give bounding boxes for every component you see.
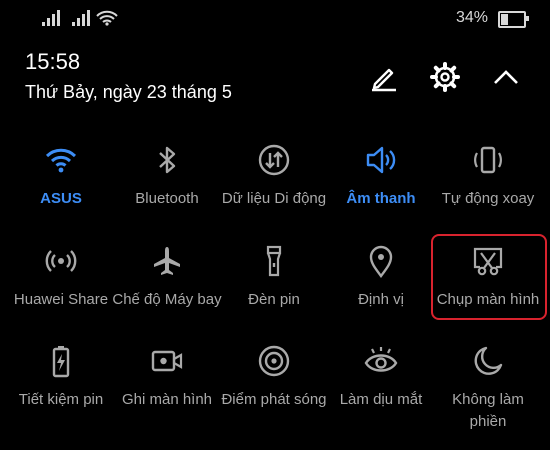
tile-sound[interactable]: Âm thanh [326,142,436,210]
tile-label: ASUS [40,190,82,207]
tile-label: Tiết kiệm pin [18,391,104,408]
pencil-icon [372,68,396,92]
signal-icon [72,10,90,26]
sound-icon [366,146,396,174]
bluetooth-icon [159,146,176,174]
tile-label: Không làm phiền [452,391,524,430]
tile-airplane-mode[interactable]: Chế độ Máy bay [112,243,222,311]
do-not-disturb-icon [474,346,503,375]
battery-percentage: 34% [455,9,488,26]
auto-rotate-icon [474,146,502,174]
location-icon [369,245,393,278]
tile-battery-saver[interactable]: Tiết kiệm pin [6,343,116,411]
tile-label: Bluetooth [135,190,199,207]
status-bar: 34% [0,0,550,36]
tile-screen-record[interactable]: Ghi màn hình [112,343,222,411]
tile-auto-rotate[interactable]: Tự động xoay [433,142,543,210]
airplane-icon [154,247,180,275]
mobile-data-icon [258,144,290,176]
tile-label: Làm dịu mắt [339,391,423,408]
edit-button[interactable] [367,60,401,94]
tile-bluetooth[interactable]: Bluetooth [112,142,222,210]
tile-label: Chế độ Máy bay [112,291,222,308]
tile-do-not-disturb[interactable]: Không làm phiền [433,343,543,433]
tile-flashlight[interactable]: Đèn pin [219,243,329,311]
tile-label: Đèn pin [248,291,300,308]
tile-label: Định vị [358,291,404,308]
screen-record-icon [151,350,183,372]
hotspot-icon [258,345,290,377]
tile-location[interactable]: Định vị [326,243,436,311]
tile-hotspot[interactable]: Điểm phát sóng [219,343,329,411]
battery-icon [498,11,529,28]
eye-comfort-icon [364,347,398,372]
tile-label: Ghi màn hình [121,391,213,408]
huawei-share-icon [45,250,77,272]
battery-saver-icon [52,346,70,378]
signal-icon [42,10,60,26]
tile-label: Huawei Share [13,291,109,308]
battery-level-fill [501,14,508,25]
tile-wifi[interactable]: ASUS [6,142,116,210]
tile-label: Dữ liệu Di động [221,190,327,207]
clock: 15:58 [25,49,81,74]
tile-label: Âm thanh [346,190,416,207]
flashlight-icon [266,245,282,277]
gear-icon [430,62,460,92]
tile-huawei-share[interactable]: Huawei Share [6,243,116,311]
tile-mobile-data[interactable]: Dữ liệu Di động [219,142,329,210]
highlight-box [431,234,547,320]
tile-label: Tự động xoay [441,190,535,207]
chevron-up-icon [494,70,518,84]
settings-button[interactable] [428,60,462,94]
collapse-button[interactable] [489,60,523,94]
date-label: Thứ Bảy, ngày 23 tháng 5 [25,82,232,102]
tile-eye-comfort[interactable]: Làm dịu mắt [326,343,436,411]
wifi-icon [45,148,77,173]
wifi-status-icon [96,10,118,26]
tile-label: Điểm phát sóng [221,391,327,408]
